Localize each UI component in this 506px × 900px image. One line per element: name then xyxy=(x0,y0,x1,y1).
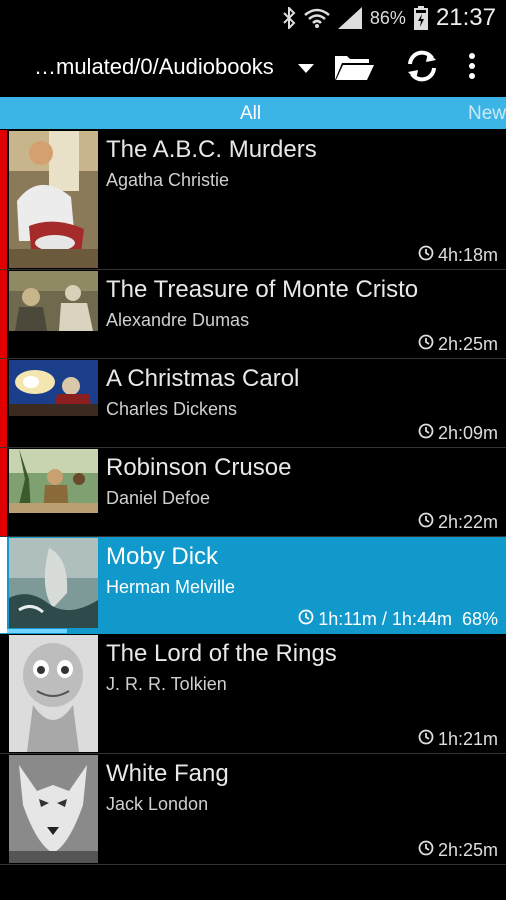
book-cover xyxy=(9,449,98,513)
book-author: Jack London xyxy=(106,794,209,814)
book-author: Agatha Christie xyxy=(106,170,230,190)
book-duration: 2h:22m xyxy=(418,512,498,533)
audiobook-list: The A.B.C. Murders Agatha Christie 4h:18… xyxy=(0,130,506,865)
wifi-icon xyxy=(304,7,330,29)
sync-icon[interactable] xyxy=(402,46,442,86)
status-marker xyxy=(0,130,7,269)
list-item[interactable]: White Fang Jack London 2h:25m xyxy=(0,754,506,865)
duration-text: 1h:21m xyxy=(437,729,498,749)
folder-path-selector[interactable]: …mulated/0/Audiobooks xyxy=(34,54,274,80)
status-bar: 86% 21:37 xyxy=(0,0,506,36)
clock-icon xyxy=(418,334,434,355)
battery-label: 86% xyxy=(369,7,406,28)
overflow-menu-icon[interactable] xyxy=(460,46,484,86)
bluetooth-icon xyxy=(282,7,296,29)
status-marker xyxy=(0,448,7,536)
duration-text: 2h:09m xyxy=(437,423,498,443)
clock-icon xyxy=(418,840,434,861)
book-title: Robinson Crusoe xyxy=(106,454,292,481)
book-cover xyxy=(9,131,98,268)
book-duration: 1h:11m / 1h:44m 68% xyxy=(298,609,498,630)
clock-icon xyxy=(418,423,434,444)
tab-new[interactable]: New xyxy=(468,103,506,125)
clock-time: 21:37 xyxy=(435,4,496,31)
book-title: A Christmas Carol xyxy=(106,365,300,392)
book-duration: 4h:18m xyxy=(418,245,498,266)
status-marker xyxy=(0,270,7,358)
status-marker xyxy=(0,537,7,633)
status-marker xyxy=(0,754,7,864)
duration-text: 2h:25m xyxy=(437,334,498,354)
duration-text: 2h:25m xyxy=(437,840,498,860)
book-author: Charles Dickens xyxy=(106,399,238,419)
clock-icon xyxy=(418,729,434,750)
duration-text: 1h:11m / 1h:44m 68% xyxy=(318,609,498,629)
clock-icon xyxy=(418,512,434,533)
book-author: Herman Melville xyxy=(106,577,236,597)
book-duration: 2h:25m xyxy=(418,840,498,861)
signal-icon xyxy=(337,7,362,29)
clock-icon xyxy=(418,245,434,266)
book-title: White Fang xyxy=(106,760,229,787)
book-author: Daniel Defoe xyxy=(106,488,211,508)
duration-text: 4h:18m xyxy=(437,245,498,265)
book-duration: 2h:09m xyxy=(418,423,498,444)
book-title: The A.B.C. Murders xyxy=(106,136,317,163)
clock-icon xyxy=(298,609,314,630)
dropdown-arrow-icon[interactable] xyxy=(298,64,314,73)
list-item-selected[interactable]: Moby Dick Herman Melville 1h:11m / 1h:44… xyxy=(0,537,506,634)
book-duration: 2h:25m xyxy=(418,334,498,355)
status-marker xyxy=(0,359,7,447)
book-cover xyxy=(9,538,98,628)
book-cover xyxy=(9,635,98,752)
book-duration: 1h:21m xyxy=(418,729,498,750)
book-author: Alexandre Dumas xyxy=(106,310,250,330)
list-item[interactable]: The Treasure of Monte Cristo Alexandre D… xyxy=(0,270,506,359)
list-item[interactable]: A Christmas Carol Charles Dickens 2h:09m xyxy=(0,359,506,448)
book-title: The Treasure of Monte Cristo xyxy=(106,276,419,303)
progress-bar xyxy=(7,629,67,633)
status-marker xyxy=(0,634,7,753)
tab-all[interactable]: All xyxy=(240,103,261,125)
book-title: The Lord of the Rings xyxy=(106,640,337,667)
list-item[interactable]: The Lord of the Rings J. R. R. Tolkien 1… xyxy=(0,634,506,754)
folder-icon[interactable] xyxy=(332,46,376,86)
battery-icon xyxy=(413,6,428,30)
list-item[interactable]: Robinson Crusoe Daniel Defoe 2h:22m xyxy=(0,448,506,537)
book-cover xyxy=(9,271,98,331)
book-cover xyxy=(9,755,98,863)
book-cover xyxy=(9,360,98,416)
toolbar: …mulated/0/Audiobooks xyxy=(0,36,506,96)
list-item[interactable]: The A.B.C. Murders Agatha Christie 4h:18… xyxy=(0,130,506,270)
duration-text: 2h:22m xyxy=(437,512,498,532)
book-title: Moby Dick xyxy=(106,543,219,570)
filter-tabs: All New xyxy=(0,97,506,129)
book-author: J. R. R. Tolkien xyxy=(106,674,227,694)
